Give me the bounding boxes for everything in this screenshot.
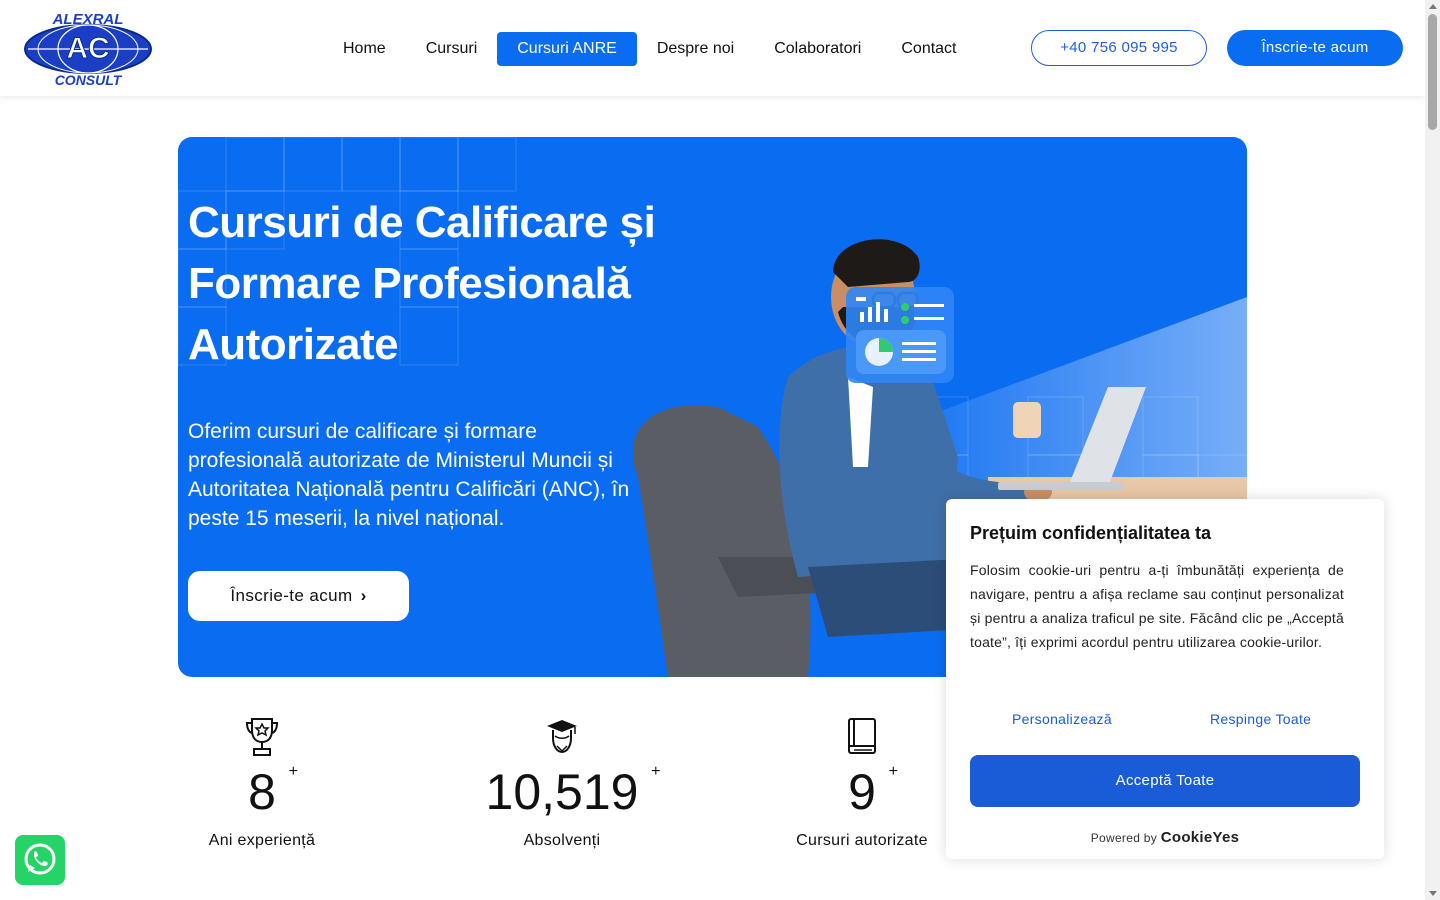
nav-item-cursuri-anre[interactable]: Cursuri ANRE <box>497 32 637 66</box>
stat-experience-label: Ani experiență <box>208 832 316 849</box>
nav-item-colaboratori[interactable]: Colaboratori <box>754 32 881 66</box>
stat-courses-value: 9 + <box>848 763 898 820</box>
cookie-text: Folosim cookie-uri pentru a-ți îmbunătăț… <box>970 562 1344 650</box>
whatsapp-icon <box>24 843 56 875</box>
nav-item-cursuri[interactable]: Cursuri <box>406 32 498 66</box>
nav-item-home[interactable]: Home <box>323 32 406 66</box>
trophy-icon <box>245 718 279 756</box>
scroll-down-arrow-icon[interactable] <box>1429 891 1437 896</box>
stat-graduates-plus: + <box>651 763 661 780</box>
hero-description: Oferim cursuri de calificare și formare … <box>188 420 630 530</box>
stat-graduates-value: 10,519 + <box>485 763 661 820</box>
cookie-consent-panel: Prețuim confidențialitatea ta Folosim co… <box>946 499 1384 859</box>
logo-bottom-text: CONSULT <box>55 72 123 88</box>
powered-by-text: Powered by <box>1090 831 1158 845</box>
cookie-title: Prețuim confidențialitatea ta <box>970 523 1212 543</box>
dashboard-card-icon <box>846 287 954 383</box>
nav-item-despre-noi[interactable]: Despre noi <box>637 32 754 66</box>
cookie-powered-by: Powered by CookieYes <box>946 829 1384 846</box>
cookieyes-logo[interactable]: CookieYes <box>1161 829 1240 846</box>
hero-title: Cursuri de Calificare și Formare Profesi… <box>188 198 656 369</box>
logo-mid-text: AC <box>66 32 109 65</box>
graduate-icon <box>547 720 577 754</box>
scroll-up-arrow-icon[interactable] <box>1429 4 1437 9</box>
chevron-right-icon: › <box>360 586 367 605</box>
stat-courses: 9 + Cursuri autorizate <box>762 716 962 850</box>
main-nav: Home Cursuri Cursuri ANRE Despre noi Col… <box>323 32 977 66</box>
book-icon <box>848 718 876 754</box>
cookie-reject-all-button[interactable]: Respinge Toate <box>1210 711 1311 727</box>
site-header: ALEXRAL AC CONSULT Home Cursuri Cursuri … <box>0 0 1425 96</box>
phone-button[interactable]: +40 756 095 995 <box>1031 30 1207 66</box>
hero-signup-label: Înscrie-te acum <box>230 586 353 605</box>
page-scrollbar[interactable] <box>1425 0 1440 900</box>
scrollbar-thumb[interactable] <box>1428 14 1437 130</box>
cookie-customize-button[interactable]: Personalizează <box>1012 711 1112 727</box>
stat-graduates-label: Absolvenți <box>523 832 601 849</box>
whatsapp-button[interactable] <box>15 835 65 885</box>
stat-experience-value: 8 + <box>248 763 298 820</box>
stat-experience: 8 + Ani experiență <box>162 716 362 850</box>
hero-signup-button[interactable]: Înscrie-te acum › <box>188 571 409 621</box>
nav-item-contact[interactable]: Contact <box>881 32 976 66</box>
signup-button-header[interactable]: Înscrie-te acum <box>1227 30 1403 66</box>
stat-graduates: 10,519 + Absolvenți <box>462 716 662 850</box>
stat-courses-plus: + <box>888 763 898 780</box>
logo-top-text: ALEXRAL <box>52 11 124 28</box>
logo[interactable]: ALEXRAL AC CONSULT <box>22 10 154 88</box>
page: ALEXRAL AC CONSULT Home Cursuri Cursuri … <box>0 0 1440 900</box>
stat-courses-label: Cursuri autorizate <box>796 832 928 849</box>
cookie-accept-all-button[interactable]: Acceptă Toate <box>970 755 1360 807</box>
stat-experience-plus: + <box>288 763 298 780</box>
